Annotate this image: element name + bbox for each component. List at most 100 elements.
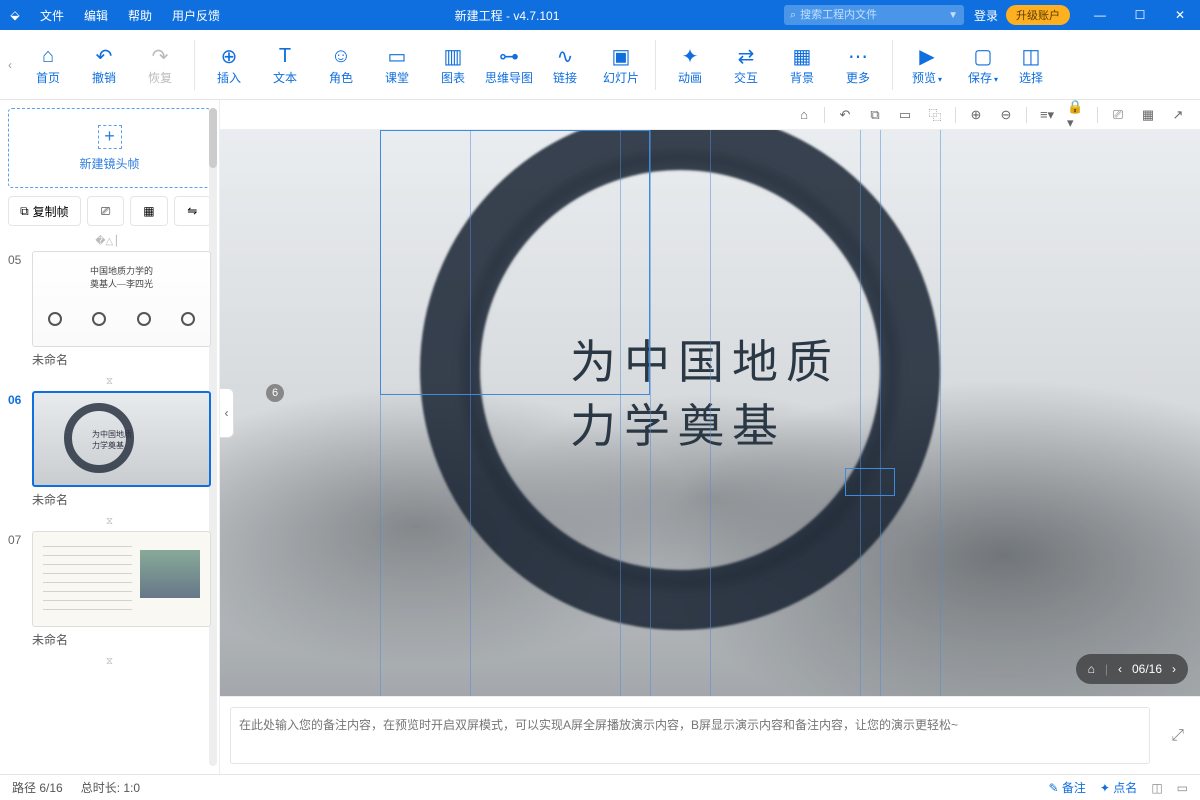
mindmap-button[interactable]: ⊶思维导图 [481,35,537,95]
slide-item-07[interactable]: 07 未命名 [8,531,211,652]
select-button[interactable]: ◫选择 [1011,35,1051,95]
upgrade-badge[interactable]: 升级账户 [1006,5,1070,25]
window-title: 新建工程 - v4.7.101 [230,7,784,24]
notes-input[interactable] [230,707,1150,764]
text-icon: T [279,43,291,69]
menu-feedback[interactable]: 用户反馈 [162,7,230,24]
collapse-sidebar-button[interactable]: ‹ [220,388,234,438]
save-icon: ▢ [974,43,993,69]
camera-icon: ⎚ [101,204,111,219]
align-icon[interactable]: ≡▾ [1037,105,1057,125]
close-button[interactable]: ✕ [1160,0,1200,30]
chart-button[interactable]: ▥图表 [425,35,481,95]
transition-icon[interactable]: ⧖ [8,376,211,387]
anim-icon: ✦ [682,43,699,69]
slide-index-badge: 6 [266,384,284,402]
slide-number: 05 [8,251,32,372]
role-icon: ☺ [331,43,351,69]
titlebar: ⬙ 文件 编辑 帮助 用户反馈 新建工程 - v4.7.101 ⌕ ▼ 登录 升… [0,0,1200,30]
swap-button[interactable]: ⇋ [174,196,211,226]
search-box[interactable]: ⌕ ▼ [784,5,964,25]
qr-icon: ▦ [143,204,154,218]
nav-next-icon[interactable]: › [1172,662,1176,676]
paste-icon[interactable]: ▭ [895,105,915,125]
preview-icon: ▶ [919,43,934,69]
grid-icon[interactable]: ▦ [1138,105,1158,125]
slide-thumbnail[interactable] [32,531,211,627]
main-area: + 新建镜头帧 ⧉ 复制帧 ⎚ ▦ ⇋ �△ ▏ 05 中国地质力学的 奠基人—… [0,100,1200,774]
anim-button[interactable]: ✦动画 [662,35,718,95]
qr-button[interactable]: ▦ [130,196,167,226]
slide-item-06[interactable]: 06 为中国地质 力学奠基 未命名 [8,391,211,512]
camera-button[interactable]: ⎚ [87,196,124,226]
status-present-icon[interactable]: ▭ [1177,781,1188,795]
slide-item-05[interactable]: 05 中国地质力学的 奠基人—李四光 未命名 [8,251,211,372]
class-button[interactable]: ▭课堂 [369,35,425,95]
copy-frame-button[interactable]: ⧉ 复制帧 [8,196,81,226]
undo-button[interactable]: ↶撤销 [76,35,132,95]
menu-edit[interactable]: 编辑 [74,7,118,24]
status-note-button[interactable]: ✎ 备注 [1049,779,1086,796]
bg-button[interactable]: ▦背景 [774,35,830,95]
menu-help[interactable]: 帮助 [118,7,162,24]
select-icon: ◫ [1022,43,1041,69]
canvas-area: ⌂ ↶ ⧉ ▭ ⿻ ⊕ ⊖ ≡▾ 🔒▾ ⎚ ▦ ↗ 为中国地质 力学奠基 [220,100,1200,774]
role-button[interactable]: ☺角色 [313,35,369,95]
lock-icon[interactable]: 🔒▾ [1067,105,1087,125]
collapse-up-icon[interactable]: �△ ▏ [8,236,211,247]
preview-button[interactable]: ▶预览▾ [899,35,955,95]
zoom-in-icon[interactable]: ⊕ [966,105,986,125]
transition-icon[interactable]: ⧖ [8,656,211,667]
slide-icon: ▣ [612,43,631,69]
home-button[interactable]: ⌂首页 [20,35,76,95]
bg-icon: ▦ [793,43,812,69]
more-button[interactable]: ⋯更多 [830,35,886,95]
redo-button[interactable]: ↷恢复 [132,35,188,95]
class-icon: ▭ [388,43,407,69]
insert-icon: ⊕ [221,43,238,69]
copy-icon[interactable]: ⧉ [865,105,885,125]
transition-icon[interactable]: ⧖ [8,516,211,527]
mindmap-icon: ⊶ [499,43,519,69]
canvas-toolbar: ⌂ ↶ ⧉ ▭ ⿻ ⊕ ⊖ ≡▾ 🔒▾ ⎚ ▦ ↗ [220,100,1200,130]
duplicate-icon[interactable]: ⿻ [925,105,945,125]
nav-home-icon[interactable]: ⌂ [1088,662,1095,676]
insert-button[interactable]: ⊕插入 [201,35,257,95]
text-button[interactable]: T文本 [257,35,313,95]
search-input[interactable] [800,9,948,21]
search-dropdown-icon[interactable]: ▼ [948,10,958,21]
status-layout-icon[interactable]: ◫ [1151,781,1162,795]
home-view-icon[interactable]: ⌂ [794,105,814,125]
slide-thumbnail[interactable]: 为中国地质 力学奠基 [32,391,211,487]
plus-icon: + [98,125,122,149]
ribbon-scroll-left-icon[interactable]: ‹ [8,58,20,72]
save-button[interactable]: ▢保存▾ [955,35,1011,95]
selection-box[interactable] [380,130,650,395]
maximize-button[interactable]: ☐ [1120,0,1160,30]
selection-box-small[interactable] [845,468,895,496]
expand-notes-icon[interactable]: ⤢ [1171,727,1184,745]
main-menu: 文件 编辑 帮助 用户反馈 [30,7,230,24]
slide-list: 05 中国地质力学的 奠基人—李四光 未命名 ⧖ 06 为中国地质 力学奠基 [8,251,211,766]
back-icon[interactable]: ↶ [835,105,855,125]
undo-icon: ↶ [96,43,113,69]
interact-button[interactable]: ⇄交互 [718,35,774,95]
slide-button[interactable]: ▣幻灯片 [593,35,649,95]
menu-file[interactable]: 文件 [30,7,74,24]
nav-prev-icon[interactable]: ‹ [1118,662,1122,676]
slide-thumbnail[interactable]: 中国地质力学的 奠基人—李四光 [32,251,211,347]
new-frame-button[interactable]: + 新建镜头帧 [8,108,211,188]
minimize-button[interactable]: — [1080,0,1120,30]
ribbon-toolbar: ‹ ⌂首页 ↶撤销 ↷恢复 ⊕插入 T文本 ☺角色 ▭课堂 ▥图表 ⊶思维导图 … [0,30,1200,100]
app-logo-icon: ⬙ [0,8,30,22]
zoom-out-icon[interactable]: ⊖ [996,105,1016,125]
link-button[interactable]: ∿链接 [537,35,593,95]
status-roll-button[interactable]: ✦ 点名 [1100,779,1137,796]
notes-panel: ⤢ [220,696,1200,774]
search-icon: ⌕ [790,9,796,22]
export-icon[interactable]: ↗ [1168,105,1188,125]
slide-number: 07 [8,531,32,652]
login-link[interactable]: 登录 [974,7,998,24]
canvas[interactable]: 为中国地质 力学奠基 6 ‹ ⌂ | ‹ 06/16 [220,130,1200,696]
snapshot-icon[interactable]: ⎚ [1108,105,1128,125]
